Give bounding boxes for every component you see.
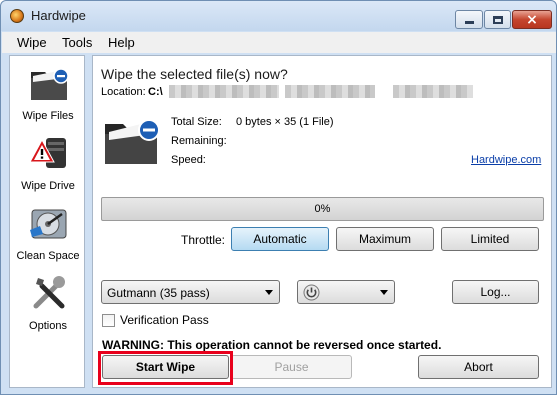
sidebar-item-clean-space[interactable]: Clean Space bbox=[10, 198, 86, 268]
menu-help[interactable]: Help bbox=[108, 35, 135, 50]
verification-label: Verification Pass bbox=[120, 313, 209, 327]
total-size-value: 0 bytes × 35 (1 File) bbox=[236, 116, 334, 128]
throttle-automatic-button[interactable]: Automatic bbox=[231, 227, 329, 251]
redacted-path bbox=[285, 85, 375, 98]
folder-wipe-icon bbox=[105, 119, 160, 164]
power-action-select[interactable] bbox=[297, 280, 395, 304]
drive-warning-icon bbox=[29, 138, 66, 168]
verification-checkbox[interactable] bbox=[102, 314, 115, 327]
redacted-path bbox=[393, 85, 473, 98]
chevron-down-icon bbox=[265, 290, 273, 295]
minimize-icon bbox=[464, 21, 474, 24]
sidebar-item-wipe-drive[interactable]: Wipe Drive bbox=[10, 128, 86, 198]
page-title: Wipe the selected file(s) now? bbox=[101, 66, 288, 82]
sidebar-item-wipe-files[interactable]: Wipe Files bbox=[10, 58, 86, 128]
wipe-method-select[interactable]: Gutmann (35 pass) bbox=[101, 280, 280, 304]
total-size-label: Total Size: bbox=[171, 116, 222, 128]
folder-wipe-icon bbox=[31, 68, 69, 100]
menu-wipe[interactable]: Wipe bbox=[17, 35, 47, 50]
maximize-button[interactable] bbox=[484, 10, 511, 29]
power-icon bbox=[303, 284, 320, 301]
menu-tools[interactable]: Tools bbox=[62, 35, 92, 50]
hardwipe-window: Hardwipe × Wipe Tools Help Wipe Files Wi… bbox=[0, 0, 557, 395]
sidebar-item-label: Wipe Drive bbox=[21, 180, 75, 192]
log-button[interactable]: Log... bbox=[452, 280, 539, 304]
location-label: Location: bbox=[101, 86, 146, 98]
throttle-maximum-button[interactable]: Maximum bbox=[336, 227, 434, 251]
menu-bar: Wipe Tools Help bbox=[2, 32, 556, 53]
close-icon: × bbox=[526, 11, 538, 28]
hard-disk-icon bbox=[30, 209, 67, 239]
speed-label: Speed: bbox=[171, 154, 206, 166]
app-icon bbox=[10, 9, 24, 23]
close-button[interactable]: × bbox=[512, 10, 552, 29]
tools-icon bbox=[33, 276, 65, 309]
sidebar: Wipe Files Wipe Drive Clean Space Option… bbox=[9, 55, 85, 388]
chevron-down-icon bbox=[380, 290, 388, 295]
minimize-button[interactable] bbox=[455, 10, 483, 29]
pause-button[interactable]: Pause bbox=[231, 355, 352, 379]
hardwipe-link[interactable]: Hardwipe.com bbox=[471, 154, 541, 166]
window-title: Hardwipe bbox=[31, 8, 86, 23]
remaining-label: Remaining: bbox=[171, 135, 227, 147]
location-value: C:\ bbox=[148, 86, 163, 98]
main-panel: Wipe the selected file(s) now? Location:… bbox=[92, 55, 552, 388]
throttle-label: Throttle: bbox=[181, 233, 226, 247]
title-bar[interactable]: Hardwipe × bbox=[1, 1, 556, 31]
warning-text: WARNING: This operation cannot be revers… bbox=[102, 338, 442, 352]
start-wipe-highlight bbox=[98, 351, 233, 385]
sidebar-item-options[interactable]: Options bbox=[10, 268, 86, 338]
sidebar-item-label: Clean Space bbox=[16, 250, 80, 262]
sidebar-item-label: Wipe Files bbox=[22, 110, 74, 122]
progress-text: 0% bbox=[314, 203, 331, 215]
wipe-method-value: Gutmann (35 pass) bbox=[107, 286, 210, 300]
progress-bar: 0% bbox=[101, 197, 544, 221]
maximize-icon bbox=[492, 15, 503, 24]
throttle-limited-button[interactable]: Limited bbox=[441, 227, 539, 251]
sidebar-item-label: Options bbox=[29, 320, 67, 332]
abort-button[interactable]: Abort bbox=[418, 355, 539, 379]
redacted-path bbox=[169, 85, 279, 98]
